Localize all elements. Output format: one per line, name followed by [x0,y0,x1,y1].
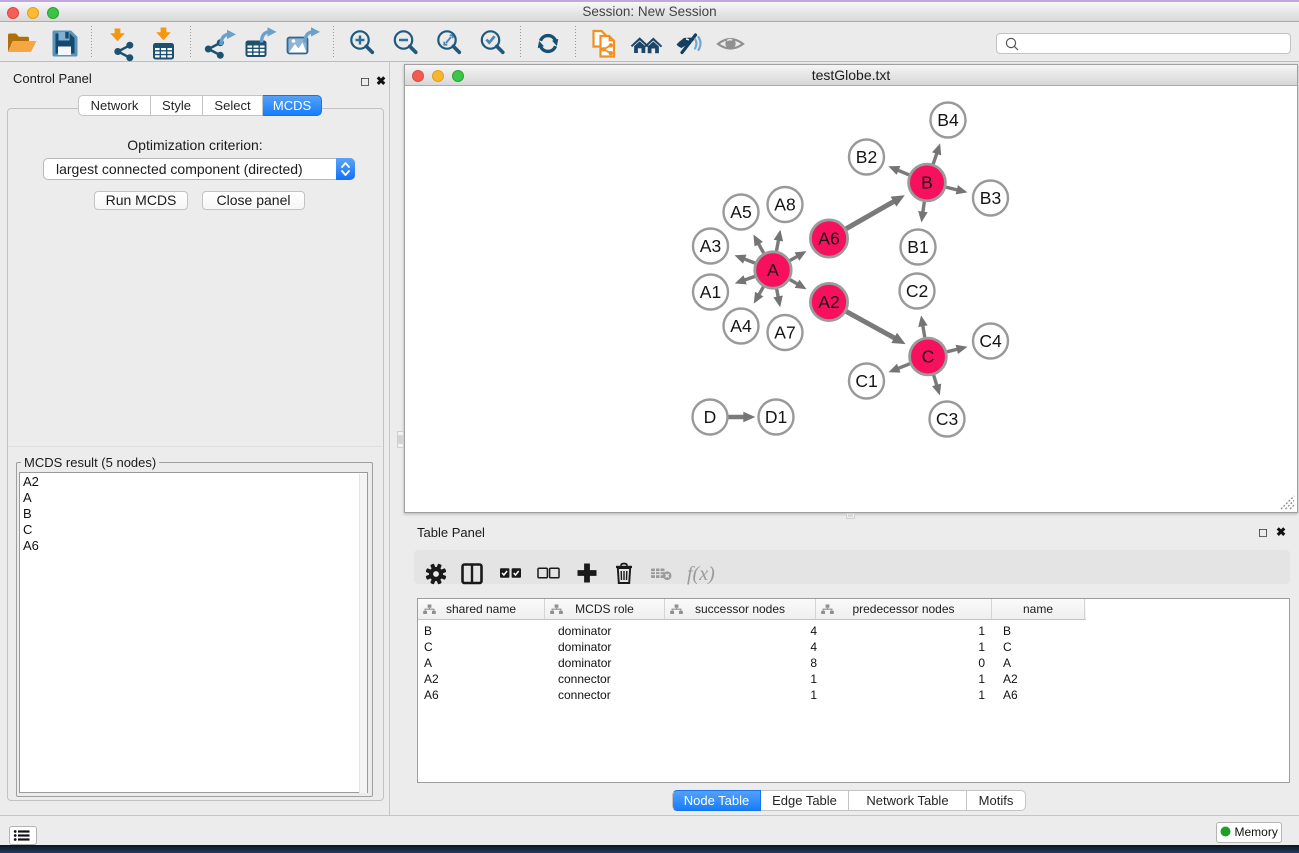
svg-text:B2: B2 [856,147,877,167]
svg-text:A5: A5 [730,202,751,222]
svg-text:A1: A1 [700,282,721,302]
svg-text:B4: B4 [937,110,959,130]
svg-text:B1: B1 [907,237,928,257]
svg-text:A3: A3 [700,236,721,256]
svg-text:C4: C4 [979,331,1002,351]
svg-text:A7: A7 [774,322,795,342]
svg-text:A8: A8 [774,194,795,214]
svg-text:A2: A2 [818,292,839,312]
svg-text:C3: C3 [936,409,958,429]
svg-text:D1: D1 [765,407,787,427]
svg-text:A6: A6 [818,228,839,248]
svg-text:C: C [922,346,935,366]
svg-text:C1: C1 [855,371,877,391]
svg-text:C2: C2 [906,281,928,301]
svg-text:f(x): f(x) [687,563,715,585]
svg-text:A: A [767,260,779,280]
svg-text:B: B [921,172,933,192]
svg-text:B3: B3 [980,188,1001,208]
svg-text:D: D [704,407,717,427]
svg-text:A4: A4 [730,316,752,336]
